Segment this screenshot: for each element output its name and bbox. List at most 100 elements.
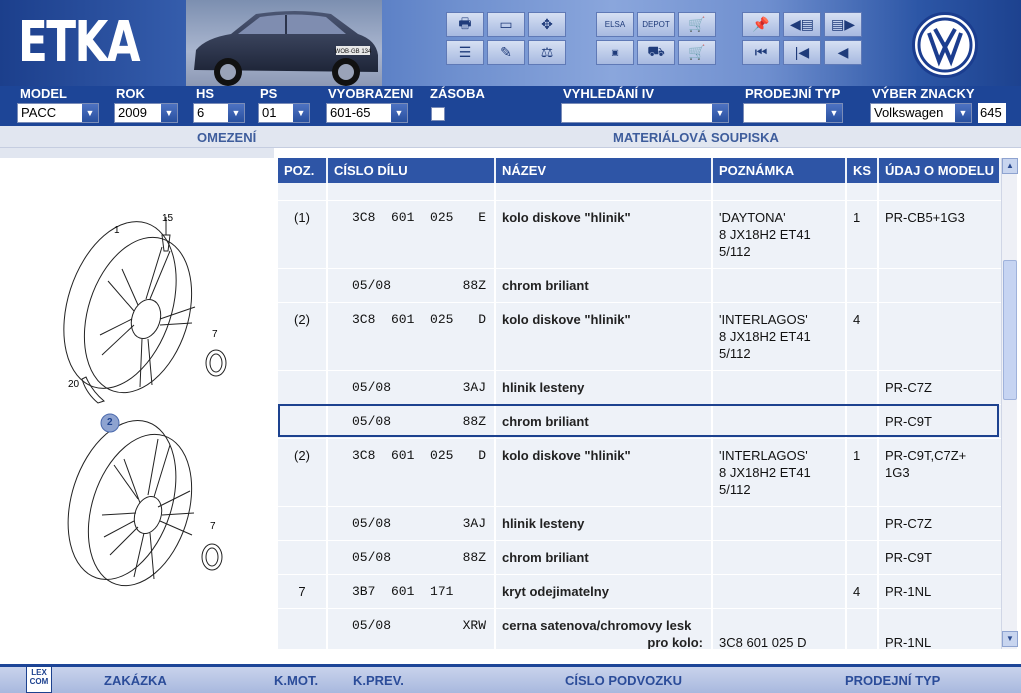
parts-table: POZ. CÍSLO DÍLU NÁZEV POZNÁMKA KS ÚDAJ O… bbox=[278, 158, 1001, 649]
part-number: 05/08 bbox=[352, 414, 392, 429]
cell-nazev: kolo diskove "hlinik" bbox=[496, 439, 713, 506]
lexcom-logo: LEX COM bbox=[26, 666, 52, 693]
ps-select[interactable]: 01 ▼ bbox=[258, 103, 310, 123]
table-row[interactable]: 05/08 XRW cerna satenova/chromovy lesk pro … bbox=[278, 609, 1001, 649]
vyber-znacky-select[interactable]: Volkswagen ▼ bbox=[870, 103, 972, 123]
toolbar-group-1: 🖶 ▭ ✥ ☰ ✎ ⚖ bbox=[446, 12, 566, 65]
cell-cislo-dilu: 05/08 88Z bbox=[328, 405, 496, 438]
cell-poz: (2) bbox=[278, 439, 328, 506]
table-row[interactable]: (2) 3C8 601 025 Dkolo diskove "hlinik" 'INT… bbox=[278, 439, 1001, 507]
footer-kprev[interactable]: K.PREV. bbox=[353, 673, 404, 688]
col-cislo-dilu[interactable]: CÍSLO DÍLU bbox=[328, 158, 496, 183]
cell-poznamka: 'INTERLAGOS' 8 JX18H2 ET41 5/112 bbox=[713, 439, 847, 506]
cell-poz: 7 bbox=[278, 575, 328, 608]
pin-icon[interactable]: 📌 bbox=[742, 12, 780, 37]
callout-2[interactable]: 2 bbox=[107, 417, 113, 428]
col-poznamka[interactable]: POZNÁMKA bbox=[713, 158, 847, 183]
cell-ks: 1 bbox=[847, 201, 879, 268]
cell-udaj-o-modelu bbox=[879, 183, 1001, 200]
model-select[interactable]: PACC ▼ bbox=[17, 103, 99, 123]
cell-cislo-dilu: 3C8 601 025 D bbox=[328, 303, 496, 370]
elsa-screen-icon[interactable]: ▣ bbox=[596, 40, 634, 65]
cell-poz bbox=[278, 371, 328, 404]
cell-udaj-o-modelu: PR-C9T bbox=[885, 414, 932, 429]
cell-udaj-o-modelu bbox=[879, 303, 1001, 370]
car-image: WOB·GB 134 bbox=[186, 0, 382, 86]
col-udaj-o-modelu[interactable]: ÚDAJ O MODELU bbox=[879, 158, 1001, 183]
footer-kmot[interactable]: K.MOT. bbox=[274, 673, 318, 688]
cell-nazev: hlinik lesteny bbox=[496, 507, 713, 540]
back-icon[interactable]: ◀ bbox=[824, 40, 862, 65]
cell-ks bbox=[847, 507, 879, 540]
window-icon[interactable]: ▭ bbox=[487, 12, 525, 37]
depot-icon[interactable]: DEPOT bbox=[637, 12, 675, 37]
footer-prodejni-typ[interactable]: PRODEJNÍ TYP bbox=[845, 673, 940, 688]
part-number: 05/08 bbox=[352, 618, 392, 633]
cell-poz bbox=[278, 269, 328, 302]
footer-zakazka[interactable]: ZAKÁZKA bbox=[104, 673, 167, 688]
prev-page-icon[interactable]: ◀▤ bbox=[783, 12, 821, 37]
cell-nazev: chrom briliant bbox=[496, 541, 713, 574]
cart-icon[interactable]: 🛒 bbox=[678, 12, 716, 37]
col-ks[interactable]: KS bbox=[847, 158, 879, 183]
cell-cislo-dilu: 05/08 3AJ bbox=[328, 507, 496, 540]
footer-cislo-podvozku[interactable]: CÍSLO PODVOZKU bbox=[565, 673, 682, 688]
part-number: 3C8 601 025 bbox=[352, 448, 454, 463]
chevron-down-icon: ▼ bbox=[391, 104, 407, 122]
table-row[interactable]: 05/08 3AJ hlinik lesteny PR-C7Z bbox=[278, 371, 1001, 405]
cell-poznamka bbox=[713, 575, 847, 608]
pencil-icon[interactable]: ✎ bbox=[487, 40, 525, 65]
cell-nazev: cerna satenova/chromovy lesk pro kolo: bbox=[496, 609, 713, 649]
table-row[interactable]: 05/08 88Z chrom briliant bbox=[278, 269, 1001, 303]
elsa-icon[interactable]: ELSA bbox=[596, 12, 634, 37]
scroll-down-icon[interactable]: ▼ bbox=[1002, 631, 1018, 647]
vyhledani-label: VYHLEDÁNÍ IV bbox=[563, 86, 655, 101]
table-row[interactable] bbox=[278, 183, 1001, 201]
table-row[interactable]: (1) 3C8 601 025 Ekolo diskove "hlinik" 'DAY… bbox=[278, 201, 1001, 269]
toolbar-group-3: 📌 ◀▤ ▤▶ ⏮ |◀ ◀ bbox=[742, 12, 862, 65]
table-row[interactable]: 05/08 88Z chrom briliant PR-C9T bbox=[278, 541, 1001, 575]
first-icon[interactable]: ⏮ bbox=[742, 40, 780, 65]
handshake-icon[interactable]: ✥ bbox=[528, 12, 566, 37]
table-row[interactable]: 05/08 3AJ hlinik lesteny PR-C7Z bbox=[278, 507, 1001, 541]
scroll-up-icon[interactable]: ▲ bbox=[1002, 158, 1018, 174]
chevron-down-icon: ▼ bbox=[293, 104, 309, 122]
table-row[interactable]: 7 3B7 601 171 kryt odejimatelny 4 PR-1NL bbox=[278, 575, 1001, 609]
table-row[interactable]: (2) 3C8 601 025 Dkolo diskove "hlinik" 'INT… bbox=[278, 303, 1001, 371]
table-scrollbar[interactable]: ▲ ▼ bbox=[1001, 158, 1018, 649]
scale-icon[interactable]: ⚖ bbox=[528, 40, 566, 65]
rok-label: ROK bbox=[116, 86, 145, 101]
rok-select[interactable]: 2009 ▼ bbox=[114, 103, 178, 123]
cell-nazev: kolo diskove "hlinik" bbox=[496, 303, 713, 370]
part-suffix: 3AJ bbox=[462, 380, 486, 395]
cell-udaj-o-modelu bbox=[879, 269, 1001, 302]
cell-poz: (1) bbox=[278, 201, 328, 268]
chevron-down-icon: ▼ bbox=[228, 104, 244, 122]
vyhledani-select[interactable]: ▼ bbox=[561, 103, 729, 123]
cell-udaj-o-modelu: PR-1NL bbox=[885, 584, 932, 599]
car-icon[interactable]: ⛟ bbox=[637, 40, 675, 65]
scroll-thumb[interactable] bbox=[1003, 260, 1017, 400]
table-row[interactable]: 05/08 88Z chrom briliant PR-C9T bbox=[278, 405, 1001, 439]
hs-select[interactable]: 6 ▼ bbox=[193, 103, 245, 123]
parts-diagram[interactable]: 1 15 7 20 2 7 bbox=[30, 195, 260, 595]
prodejni-typ-label: PRODEJNÍ TYP bbox=[745, 86, 841, 101]
cell-cislo-dilu: 3C8 601 025 E bbox=[328, 201, 496, 268]
cart-add-icon[interactable]: 🛒 bbox=[678, 40, 716, 65]
vyobrazeni-select[interactable]: 601-65 ▼ bbox=[326, 103, 408, 123]
cell-nazev: chrom briliant bbox=[496, 269, 713, 302]
zasoba-checkbox[interactable] bbox=[431, 107, 445, 121]
next-page-icon[interactable]: ▤▶ bbox=[824, 12, 862, 37]
chevron-down-icon: ▼ bbox=[161, 104, 177, 122]
chevron-down-icon: ▼ bbox=[712, 104, 728, 122]
print-icon[interactable]: 🖶 bbox=[446, 12, 484, 37]
part-number: 3C8 601 025 bbox=[352, 312, 454, 327]
back-first-icon[interactable]: |◀ bbox=[783, 40, 821, 65]
cell-ks bbox=[847, 183, 879, 200]
cell-nazev: kryt odejimatelny bbox=[496, 575, 713, 608]
part-number: 3B7 601 171 bbox=[352, 584, 454, 599]
list-icon[interactable]: ☰ bbox=[446, 40, 484, 65]
col-nazev[interactable]: NÁZEV bbox=[496, 158, 713, 183]
prodejni-typ-select[interactable]: ▼ bbox=[743, 103, 843, 123]
col-poz[interactable]: POZ. bbox=[278, 158, 328, 183]
